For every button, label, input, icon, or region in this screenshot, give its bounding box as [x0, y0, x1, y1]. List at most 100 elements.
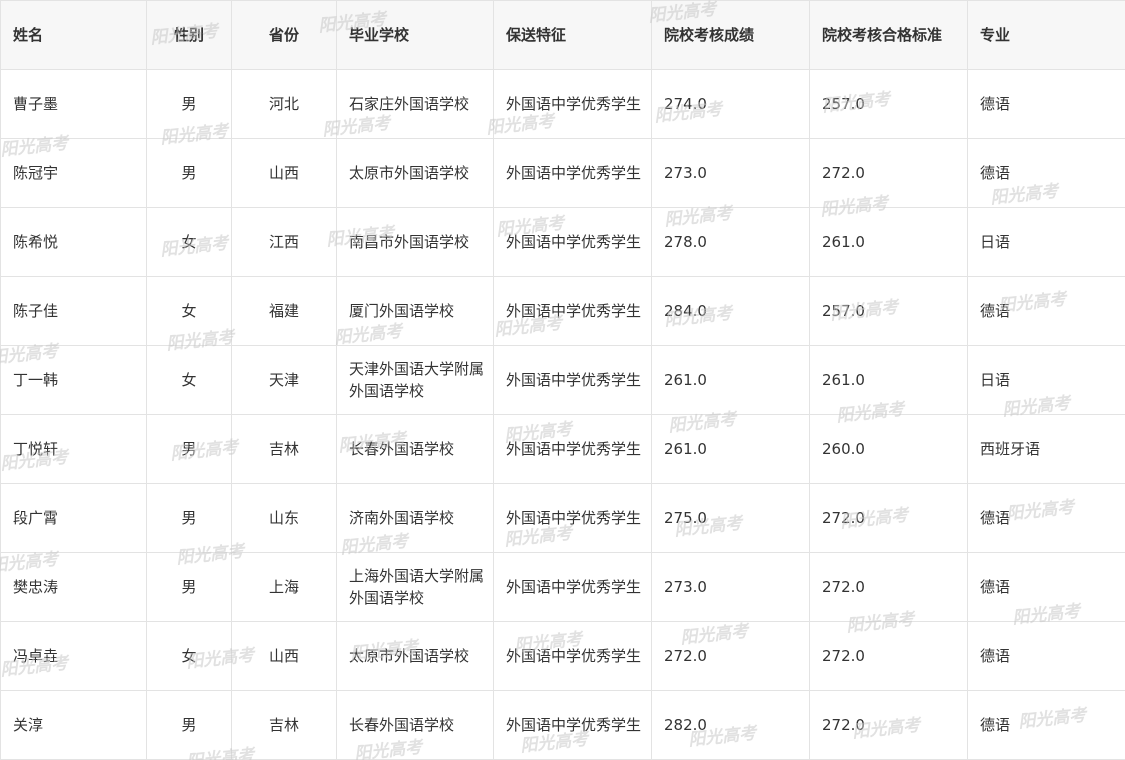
- table-row: 冯卓垚女山西 太原市外国语学校 外国语中学优秀学生 272.0 272.0 德语: [0, 621, 1125, 691]
- header-feature: 保送特征: [493, 0, 652, 70]
- cell-province: 吉林: [231, 414, 337, 484]
- cell-gender: 男: [146, 552, 232, 622]
- cell-major: 德语: [967, 276, 1125, 346]
- admission-table: 姓名 性别 省份 毕业学校 保送特征 院校考核成绩 院校考核合格标准 专业 曹子…: [0, 0, 1125, 760]
- header-name: 姓名: [0, 0, 147, 70]
- cell-gender: 男: [146, 414, 232, 484]
- cell-gender: 女: [146, 207, 232, 277]
- header-score: 院校考核成绩: [651, 0, 810, 70]
- cell-name: 丁一韩: [0, 345, 147, 415]
- cell-name: 陈冠宇: [0, 138, 147, 208]
- header-row: 姓名 性别 省份 毕业学校 保送特征 院校考核成绩 院校考核合格标准 专业: [0, 0, 1125, 70]
- cell-school: 石家庄外国语学校: [336, 69, 494, 139]
- cell-feature: 外国语中学优秀学生: [493, 483, 652, 553]
- cell-score: 284.0: [651, 276, 810, 346]
- cell-province: 河北: [231, 69, 337, 139]
- cell-name: 段广霄: [0, 483, 147, 553]
- table-body: 曹子墨男河北 石家庄外国语学校 外国语中学优秀学生 274.0 257.0 德语 陈冠宇男山…: [0, 69, 1125, 760]
- table-row: 关淳男吉林 长春外国语学校 外国语中学优秀学生 282.0 272.0 德语: [0, 690, 1125, 760]
- cell-standard: 272.0: [809, 621, 968, 691]
- cell-standard: 272.0: [809, 483, 968, 553]
- table-row: 樊忠涛男上海 上海外国语大学附属外国语学校 外国语中学优秀学生 273.0 272.0 德…: [0, 552, 1125, 622]
- cell-standard: 261.0: [809, 207, 968, 277]
- cell-feature: 外国语中学优秀学生: [493, 276, 652, 346]
- cell-standard: 261.0: [809, 345, 968, 415]
- table-row: 陈希悦女江西 南昌市外国语学校 外国语中学优秀学生 278.0 261.0 日语: [0, 207, 1125, 277]
- cell-province: 上海: [231, 552, 337, 622]
- header-standard: 院校考核合格标准: [809, 0, 968, 70]
- table-row: 陈子佳女福建 厦门外国语学校 外国语中学优秀学生 284.0 257.0 德语: [0, 276, 1125, 346]
- cell-gender: 女: [146, 345, 232, 415]
- header-gender: 性别: [146, 0, 232, 70]
- cell-province: 吉林: [231, 690, 337, 760]
- table-header: 姓名 性别 省份 毕业学校 保送特征 院校考核成绩 院校考核合格标准 专业: [0, 0, 1125, 70]
- cell-feature: 外国语中学优秀学生: [493, 345, 652, 415]
- cell-name: 丁悦轩: [0, 414, 147, 484]
- cell-name: 陈希悦: [0, 207, 147, 277]
- cell-feature: 外国语中学优秀学生: [493, 690, 652, 760]
- cell-major: 德语: [967, 69, 1125, 139]
- cell-score: 273.0: [651, 138, 810, 208]
- header-province: 省份: [231, 0, 337, 70]
- cell-score: 274.0: [651, 69, 810, 139]
- cell-province: 山东: [231, 483, 337, 553]
- table-row: 曹子墨男河北 石家庄外国语学校 外国语中学优秀学生 274.0 257.0 德语: [0, 69, 1125, 139]
- cell-gender: 女: [146, 276, 232, 346]
- cell-feature: 外国语中学优秀学生: [493, 414, 652, 484]
- cell-major: 日语: [967, 345, 1125, 415]
- cell-school: 长春外国语学校: [336, 690, 494, 760]
- header-school: 毕业学校: [336, 0, 494, 70]
- cell-school: 厦门外国语学校: [336, 276, 494, 346]
- table-row: 陈冠宇男山西 太原市外国语学校 外国语中学优秀学生 273.0 272.0 德语: [0, 138, 1125, 208]
- cell-standard: 272.0: [809, 552, 968, 622]
- cell-school: 上海外国语大学附属外国语学校: [336, 552, 494, 622]
- cell-gender: 男: [146, 483, 232, 553]
- cell-standard: 257.0: [809, 69, 968, 139]
- cell-school: 太原市外国语学校: [336, 138, 494, 208]
- cell-province: 福建: [231, 276, 337, 346]
- cell-feature: 外国语中学优秀学生: [493, 69, 652, 139]
- cell-feature: 外国语中学优秀学生: [493, 552, 652, 622]
- cell-standard: 260.0: [809, 414, 968, 484]
- cell-standard: 272.0: [809, 690, 968, 760]
- cell-feature: 外国语中学优秀学生: [493, 138, 652, 208]
- table-row: 段广霄男山东 济南外国语学校 外国语中学优秀学生 275.0 272.0 德语: [0, 483, 1125, 553]
- header-major: 专业: [967, 0, 1125, 70]
- cell-standard: 272.0: [809, 138, 968, 208]
- cell-major: 德语: [967, 552, 1125, 622]
- cell-score: 278.0: [651, 207, 810, 277]
- cell-feature: 外国语中学优秀学生: [493, 621, 652, 691]
- cell-gender: 女: [146, 621, 232, 691]
- cell-gender: 男: [146, 690, 232, 760]
- cell-major: 德语: [967, 690, 1125, 760]
- cell-school: 太原市外国语学校: [336, 621, 494, 691]
- cell-major: 德语: [967, 138, 1125, 208]
- cell-name: 陈子佳: [0, 276, 147, 346]
- cell-name: 曹子墨: [0, 69, 147, 139]
- cell-score: 261.0: [651, 345, 810, 415]
- cell-school: 南昌市外国语学校: [336, 207, 494, 277]
- cell-score: 282.0: [651, 690, 810, 760]
- cell-major: 日语: [967, 207, 1125, 277]
- cell-major: 西班牙语: [967, 414, 1125, 484]
- cell-school: 济南外国语学校: [336, 483, 494, 553]
- cell-major: 德语: [967, 483, 1125, 553]
- table-row: 丁一韩女天津 天津外国语大学附属外国语学校 外国语中学优秀学生 261.0 261.0 日…: [0, 345, 1125, 415]
- cell-score: 272.0: [651, 621, 810, 691]
- cell-province: 山西: [231, 621, 337, 691]
- cell-name: 樊忠涛: [0, 552, 147, 622]
- cell-gender: 男: [146, 69, 232, 139]
- cell-school: 长春外国语学校: [336, 414, 494, 484]
- cell-province: 山西: [231, 138, 337, 208]
- cell-school: 天津外国语大学附属外国语学校: [336, 345, 494, 415]
- cell-score: 275.0: [651, 483, 810, 553]
- table-row: 丁悦轩男吉林 长春外国语学校 外国语中学优秀学生 261.0 260.0 西班牙语: [0, 414, 1125, 484]
- cell-score: 261.0: [651, 414, 810, 484]
- cell-major: 德语: [967, 621, 1125, 691]
- cell-feature: 外国语中学优秀学生: [493, 207, 652, 277]
- cell-province: 天津: [231, 345, 337, 415]
- cell-gender: 男: [146, 138, 232, 208]
- cell-standard: 257.0: [809, 276, 968, 346]
- cell-name: 关淳: [0, 690, 147, 760]
- cell-name: 冯卓垚: [0, 621, 147, 691]
